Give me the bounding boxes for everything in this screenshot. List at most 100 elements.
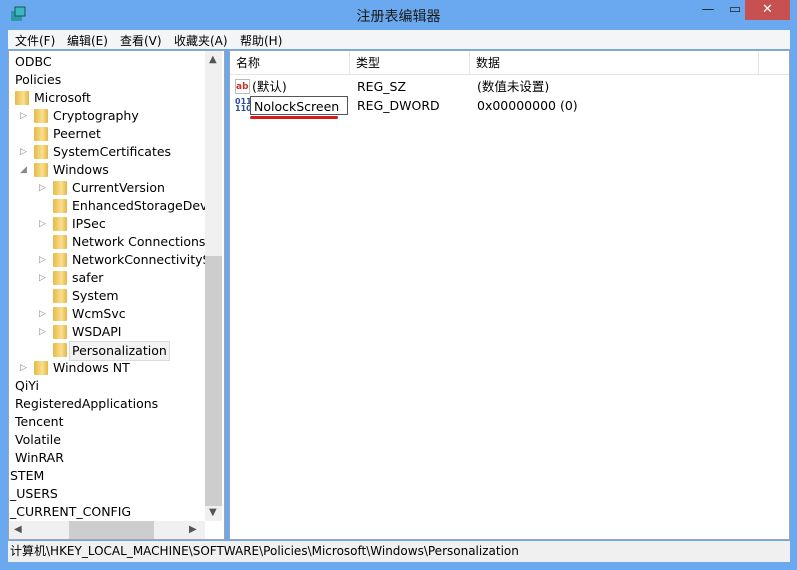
folder-icon [34, 127, 48, 141]
tree-vertical-scroll-thumb[interactable] [205, 256, 222, 506]
tree-item[interactable]: EnhancedStorageDevic [9, 197, 218, 215]
tree-item[interactable]: ▷ Cryptography [9, 107, 205, 125]
expand-arrow-icon[interactable]: ▷ [39, 305, 46, 323]
menu-edit[interactable]: 编辑(E) [67, 32, 108, 49]
collapse-arrow-icon[interactable]: ◢ [20, 161, 27, 179]
expand-arrow-icon[interactable]: ▷ [20, 359, 27, 377]
window-title: 注册表编辑器 [356, 9, 441, 25]
expand-arrow-icon[interactable]: ▷ [39, 323, 46, 341]
folder-icon [34, 361, 48, 375]
expand-arrow-icon[interactable]: ▷ [39, 251, 46, 269]
menu-bar: 文件(F) 编辑(E) 查看(V) 收藏夹(A) 帮助(H) [8, 30, 790, 49]
scroll-right-icon[interactable]: ▶ [189, 524, 197, 535]
tree-item-label: Personalization [69, 341, 170, 361]
values-list[interactable]: 名称 类型 数据 ab (默认) REG_SZ (数值未设置) 011 110 N… [229, 50, 790, 540]
tree-item-label: STEM [10, 468, 45, 483]
folder-icon [53, 217, 67, 231]
expand-arrow-icon[interactable]: ▷ [20, 107, 27, 125]
tree-vertical-scrollbar[interactable]: ▲ ▼ [205, 51, 222, 521]
tree-item[interactable]: ▷ CurrentVersion [9, 179, 205, 197]
tree-item[interactable]: WinRAR [9, 449, 205, 467]
tree-item[interactable]: _USERS [9, 485, 205, 503]
tree-item[interactable]: Tencent [9, 413, 205, 431]
menu-view[interactable]: 查看(V) [120, 32, 162, 49]
tree-item[interactable]: Policies [9, 71, 205, 89]
column-name[interactable]: 名称 [230, 51, 350, 75]
scroll-down-icon[interactable]: ▼ [209, 507, 217, 518]
column-data[interactable]: 数据 [470, 51, 759, 75]
tree-item[interactable]: System [9, 287, 205, 305]
column-type[interactable]: 类型 [350, 51, 470, 75]
folder-icon [53, 235, 67, 249]
red-highlight-underline [250, 116, 338, 119]
string-value-icon: ab [235, 79, 250, 94]
tree-item[interactable]: Volatile [9, 431, 205, 449]
tree-item[interactable]: ▷ WSDAPI [9, 323, 205, 341]
tree-item[interactable]: RegisteredApplications [9, 395, 205, 413]
tree-item[interactable]: Personalization [9, 341, 205, 361]
tree-item[interactable]: ▷ NetworkConnectivitySta [9, 251, 223, 269]
folder-icon [53, 199, 67, 213]
tree-item[interactable]: ▷ IPSec [9, 215, 205, 233]
tree-item-label: Cryptography [53, 108, 139, 123]
menu-help[interactable]: 帮助(H) [240, 32, 282, 49]
folder-icon [53, 181, 67, 195]
tree-item[interactable]: Microsoft [9, 89, 205, 107]
tree-item[interactable]: ▷ SystemCertificates [9, 143, 205, 161]
tree-item-label: Microsoft [34, 90, 91, 105]
tree-item[interactable]: ▷ safer [9, 269, 205, 287]
tree-item-label: _CURRENT_CONFIG [10, 504, 132, 519]
tree-item-label: WinRAR [15, 450, 64, 465]
tree-item-label: Windows NT [53, 360, 130, 375]
tree-item[interactable]: QiYi [9, 377, 205, 395]
rename-input[interactable]: NolockScreen [250, 96, 348, 115]
close-button[interactable]: ✕ [745, 0, 790, 20]
scroll-left-icon[interactable]: ◀ [14, 524, 22, 535]
folder-icon [34, 109, 48, 123]
menu-file[interactable]: 文件(F) [15, 32, 55, 49]
tree-item-label: WSDAPI [72, 324, 122, 339]
tree-item[interactable]: Network Connections [9, 233, 205, 251]
tree-item-label: SystemCertificates [53, 144, 172, 159]
minimize-button[interactable]: — [695, 0, 721, 20]
tree-horizontal-scroll-thumb[interactable] [69, 521, 154, 539]
tree-item[interactable]: Peernet [9, 125, 205, 143]
tree-item-label: System [72, 288, 119, 303]
tree-item[interactable]: ODBC [9, 53, 205, 71]
tree-item[interactable]: ◢ Windows [9, 161, 205, 179]
expand-arrow-icon[interactable]: ▷ [20, 143, 27, 161]
folder-icon [34, 163, 48, 177]
tree-item[interactable]: ▷ Windows NT [9, 359, 205, 377]
tree-item-label: Tencent [15, 414, 64, 429]
tree-item-label: Peernet [53, 126, 101, 141]
tree-item[interactable]: STEM [9, 467, 205, 485]
tree-item-label: ODBC [15, 54, 52, 69]
value-data: 0x00000000 (0) [477, 98, 578, 113]
tree-horizontal-scrollbar[interactable]: ◀ ▶ [9, 521, 205, 539]
folder-icon [34, 145, 48, 159]
list-header: 名称 类型 数据 [230, 51, 789, 75]
menu-favorites[interactable]: 收藏夹(A) [174, 32, 228, 49]
expand-arrow-icon[interactable]: ▷ [39, 269, 46, 287]
scroll-up-icon[interactable]: ▲ [209, 54, 217, 65]
list-row[interactable]: ab (默认) REG_SZ (数值未设置) [230, 77, 789, 96]
tree-item-label: CurrentVersion [72, 180, 165, 195]
title-bar: 注册表编辑器 — ▭ ✕ [0, 0, 797, 30]
tree-item[interactable]: ▷ WcmSvc [9, 305, 205, 323]
folder-icon [53, 271, 67, 285]
expand-arrow-icon[interactable]: ▷ [39, 215, 46, 233]
tree-item[interactable]: _CURRENT_CONFIG [9, 503, 205, 521]
folder-icon [53, 325, 67, 339]
tree-item-label: Volatile [15, 432, 61, 447]
dword-value-icon: 011 110 [235, 97, 252, 113]
list-row[interactable]: 011 110 NolockScreen REG_DWORD 0x00000000… [230, 96, 789, 119]
folder-icon [53, 253, 67, 267]
tree-item-label: EnhancedStorageDevic [72, 198, 218, 213]
folder-icon [53, 343, 67, 357]
value-data: (数值未设置) [477, 79, 550, 94]
tree-item-label: QiYi [15, 378, 39, 393]
registry-tree[interactable]: ODBC Policies Microsoft ▷ Cryptography Peerne… [8, 50, 225, 540]
tree-item-label: Network Connections [72, 234, 206, 249]
expand-arrow-icon[interactable]: ▷ [39, 179, 46, 197]
value-type: REG_SZ [357, 79, 407, 94]
